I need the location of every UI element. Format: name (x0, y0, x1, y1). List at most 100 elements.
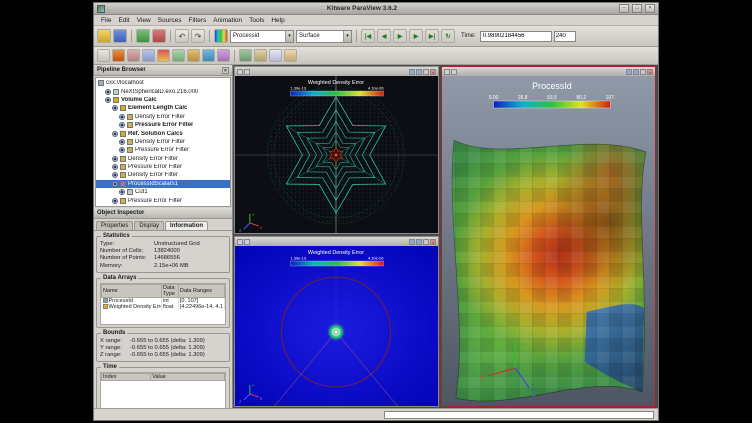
split-vertical-icon[interactable] (633, 69, 639, 75)
pipeline-item[interactable]: Density Error Filter (96, 113, 230, 121)
eye-icon[interactable] (112, 131, 118, 137)
next-frame-button[interactable]: ▶ (409, 29, 423, 43)
warp-vector-icon[interactable] (217, 49, 230, 62)
col-name[interactable]: Name (102, 284, 162, 297)
data-arrays-table[interactable]: Name Data Type Data Ranges ProcessId int… (100, 283, 226, 325)
maximize-button[interactable]: □ (632, 4, 642, 13)
render-viewport-processid[interactable]: ProcessId 0.00 26.8 53.5 80.2 107. Y X (442, 76, 655, 406)
pipeline-item-server[interactable]: cxx://localhost (96, 79, 230, 87)
pipeline-item-reader[interactable]: NeXtSphericalD.exo.216.000 (96, 87, 230, 95)
eye-icon[interactable] (105, 97, 111, 103)
menu-tools[interactable]: Tools (246, 16, 267, 25)
camera-undo-icon[interactable] (444, 69, 450, 75)
frame-spinner[interactable] (554, 31, 576, 42)
render-view-bottom-left[interactable]: × (234, 236, 439, 407)
close-view-icon[interactable]: × (430, 239, 436, 245)
eye-icon[interactable] (119, 139, 125, 145)
glyph-icon[interactable] (187, 49, 200, 62)
render-view-top-left[interactable]: × (234, 66, 439, 234)
disconnect-server-icon[interactable] (152, 29, 166, 43)
probe-location-icon[interactable] (284, 49, 297, 62)
split-vertical-icon[interactable] (416, 239, 422, 245)
extract-level-icon[interactable] (254, 49, 267, 62)
render-viewport-mesh[interactable]: Weighted Density Error 1.39e-13 4.10e-06… (235, 76, 438, 233)
pipeline-item[interactable]: Element Length Calc (96, 104, 230, 112)
stream-tracer-icon[interactable] (202, 49, 215, 62)
minimize-button[interactable]: – (619, 4, 629, 13)
eye-icon[interactable] (119, 122, 125, 128)
redo-icon[interactable]: ↷ (191, 29, 205, 43)
render-view-right[interactable]: × (441, 66, 656, 407)
table-row[interactable]: Weighted Density Error float [4.22496e-1… (102, 304, 225, 310)
maximize-view-icon[interactable] (423, 69, 429, 75)
pipeline-item-selected[interactable]: ProcessIdScalars1 (96, 180, 230, 188)
close-view-icon[interactable]: × (430, 69, 436, 75)
menu-animation[interactable]: Animation (210, 16, 245, 25)
eye-icon[interactable] (105, 89, 111, 95)
menu-filters[interactable]: Filters (186, 16, 210, 25)
menu-edit[interactable]: Edit (115, 16, 132, 25)
time-value-field[interactable] (480, 31, 552, 42)
representation-select[interactable]: Surface ▾ (296, 30, 352, 43)
group-datasets-icon[interactable] (239, 49, 252, 62)
col-value[interactable]: Value (151, 374, 225, 381)
close-view-icon[interactable]: × (647, 69, 653, 75)
eye-icon[interactable] (112, 156, 118, 162)
camera-redo-icon[interactable] (244, 239, 250, 245)
pipeline-browser-header[interactable]: Pipeline Browser × (94, 65, 232, 76)
play-button[interactable]: ▶ (393, 29, 407, 43)
camera-undo-icon[interactable] (237, 239, 243, 245)
pipeline-item[interactable]: Pressure Error Filter (96, 121, 230, 129)
pipeline-item[interactable]: Cut1 (96, 188, 230, 196)
tab-information[interactable]: Information (165, 221, 208, 230)
camera-undo-icon[interactable] (237, 69, 243, 75)
clip-icon[interactable] (127, 49, 140, 62)
tab-display[interactable]: Display (134, 221, 164, 230)
eye-icon[interactable] (112, 198, 118, 204)
col-data-ranges[interactable]: Data Ranges (178, 284, 224, 297)
col-index[interactable]: Index (102, 374, 151, 381)
camera-redo-icon[interactable] (451, 69, 457, 75)
color-by-array-select[interactable]: Processid ▾ (230, 30, 294, 43)
pipeline-item[interactable]: Density Error Filter (96, 171, 230, 179)
menu-help[interactable]: Help (268, 16, 287, 25)
time-table[interactable]: Index Value (100, 372, 226, 408)
pipeline-item[interactable]: Volume Calc (96, 96, 230, 104)
connect-server-icon[interactable] (136, 29, 150, 43)
extract-subset-icon[interactable] (172, 49, 185, 62)
eye-icon[interactable] (112, 164, 118, 170)
last-frame-button[interactable]: ▶| (425, 29, 439, 43)
maximize-view-icon[interactable] (640, 69, 646, 75)
pipeline-item[interactable]: Density Error Filter (96, 138, 230, 146)
eye-icon[interactable] (119, 147, 125, 153)
split-horizontal-icon[interactable] (626, 69, 632, 75)
eye-icon[interactable] (112, 172, 118, 178)
calculator-icon[interactable] (97, 49, 110, 62)
pipeline-item[interactable]: Pressure Error Filter (96, 196, 230, 204)
eye-icon[interactable] (112, 181, 118, 187)
eye-icon[interactable] (119, 114, 125, 120)
undo-icon[interactable]: ↶ (175, 29, 189, 43)
split-vertical-icon[interactable] (416, 69, 422, 75)
contour-icon[interactable] (112, 49, 125, 62)
eye-icon[interactable] (119, 189, 125, 195)
render-viewport-slice[interactable]: Weighted Density Error 1.39e-13 4.10e-06… (235, 246, 438, 406)
pipeline-item[interactable]: Pressure Error Filter (96, 163, 230, 171)
slice-icon[interactable] (142, 49, 155, 62)
open-file-icon[interactable] (97, 29, 111, 43)
menu-sources[interactable]: Sources (155, 16, 185, 25)
eye-icon[interactable] (112, 105, 118, 111)
object-inspector-header[interactable]: Object Inspector (94, 208, 232, 219)
tab-properties[interactable]: Properties (96, 221, 133, 230)
first-frame-button[interactable]: |◀ (361, 29, 375, 43)
save-data-icon[interactable] (113, 29, 127, 43)
menu-file[interactable]: File (98, 16, 114, 25)
plot-over-line-icon[interactable] (269, 49, 282, 62)
split-horizontal-icon[interactable] (409, 239, 415, 245)
previous-frame-button[interactable]: ◀ (377, 29, 391, 43)
edit-color-map-icon[interactable] (214, 29, 228, 43)
threshold-icon[interactable] (157, 49, 170, 62)
close-button[interactable]: × (645, 4, 655, 13)
title-bar[interactable]: Kitware ParaView 3.6.2 – □ × (94, 3, 658, 15)
pipeline-item[interactable]: Ref. Solution Calcs (96, 129, 230, 137)
